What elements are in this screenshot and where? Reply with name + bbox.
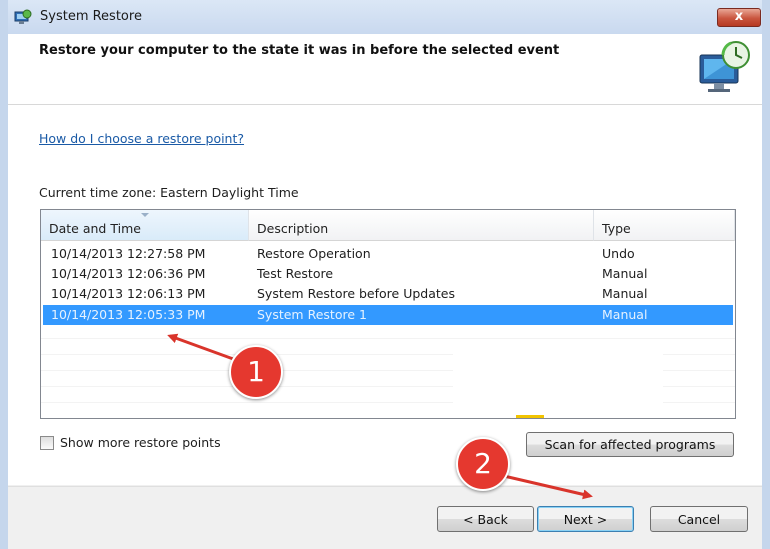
show-more-checkbox[interactable]: [40, 436, 54, 450]
table-row[interactable]: 10/14/2013 12:06:36 PM Test Restore Manu…: [43, 264, 733, 284]
row-description: Test Restore: [257, 266, 334, 281]
title-bar: System Restore x: [0, 0, 770, 34]
close-button[interactable]: x: [717, 8, 761, 27]
row-description: Restore Operation: [257, 246, 371, 261]
column-header-description[interactable]: Description: [249, 210, 594, 241]
row-type: Manual: [602, 307, 648, 322]
window-frame-right: [762, 0, 770, 549]
window-title: System Restore: [40, 9, 142, 24]
show-more-label: Show more restore points: [60, 435, 221, 450]
column-header-date[interactable]: Date and Time: [41, 210, 249, 241]
page-title: Restore your computer to the state it wa…: [39, 43, 560, 58]
column-header-label: Date and Time: [49, 221, 141, 236]
table-row-selected[interactable]: 10/14/2013 12:05:33 PM System Restore 1 …: [43, 305, 733, 325]
system-restore-icon: [14, 9, 32, 24]
wizard-header: Restore your computer to the state it wa…: [8, 34, 762, 105]
row-type: Manual: [602, 286, 648, 301]
close-icon: x: [734, 9, 744, 24]
table-row[interactable]: 10/14/2013 12:27:58 PM Restore Operation…: [43, 244, 733, 264]
sort-down-icon: [141, 213, 149, 217]
next-button[interactable]: Next >: [537, 506, 634, 532]
scan-programs-button[interactable]: Scan for affected programs: [526, 432, 734, 457]
annotation-badge-2: 2: [456, 437, 510, 491]
row-datetime: 10/14/2013 12:06:13 PM: [51, 286, 206, 301]
system-restore-icon: [699, 41, 750, 92]
column-header-type[interactable]: Type: [594, 210, 735, 241]
row-description: System Restore before Updates: [257, 286, 455, 301]
row-type: Undo: [602, 246, 635, 261]
annotation-badge-1: 1: [229, 345, 283, 399]
column-header-label: Description: [257, 221, 329, 236]
timezone-label: Current time zone: Eastern Daylight Time: [39, 185, 299, 200]
row-datetime: 10/14/2013 12:05:33 PM: [51, 307, 206, 322]
help-link[interactable]: How do I choose a restore point?: [39, 131, 244, 146]
footer-divider: [8, 486, 762, 487]
window-frame-left: [0, 0, 8, 549]
image-patch: [453, 340, 663, 417]
row-type: Manual: [602, 266, 648, 281]
column-header-label: Type: [602, 221, 631, 236]
back-button[interactable]: < Back: [437, 506, 534, 532]
image-mark: [516, 415, 544, 418]
cancel-button[interactable]: Cancel: [650, 506, 748, 532]
table-row[interactable]: 10/14/2013 12:06:13 PM System Restore be…: [43, 284, 733, 304]
row-datetime: 10/14/2013 12:27:58 PM: [51, 246, 206, 261]
list-header: Date and Time Description Type: [41, 210, 735, 241]
row-datetime: 10/14/2013 12:06:36 PM: [51, 266, 206, 281]
row-description: System Restore 1: [257, 307, 367, 322]
